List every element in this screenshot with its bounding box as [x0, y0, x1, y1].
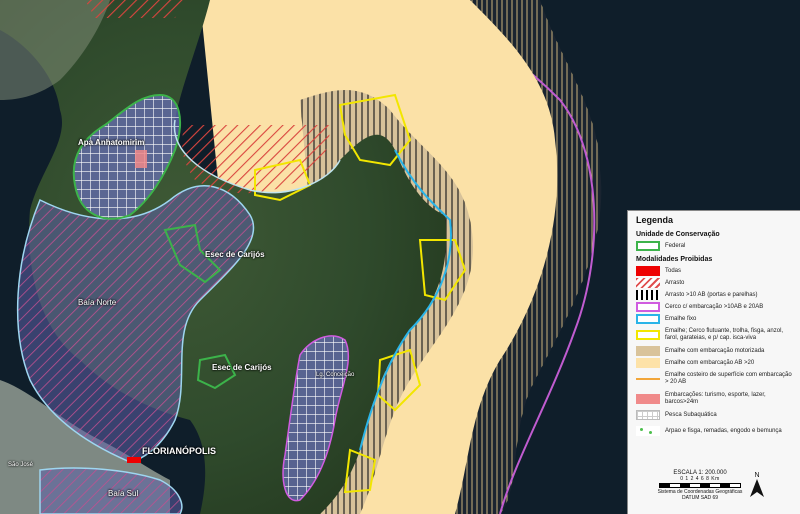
legend-item-emalhe-motorizada: Emalhe com embarcação motorizada [636, 346, 794, 356]
north-label: N [754, 472, 760, 479]
label-apa-anhatomirim: Apa Anhatomirim [78, 138, 145, 147]
swatch-emalhe-ab20 [636, 358, 660, 368]
label-baia-norte: Baía Norte [78, 298, 117, 307]
legend-item-arrasto: Arrasto [636, 278, 794, 288]
legend-item-arrasto-10ab: Arrasto >10 AB (portas e parelhas) [636, 290, 794, 300]
legend-item-federal: Federal [636, 241, 794, 251]
legend-panel: Legenda Unidade de Conservação Federal M… [627, 210, 800, 514]
label-lagoa-conceicao: Lg. Conceição [316, 372, 355, 378]
legend-item-todas: Todas [636, 266, 794, 276]
swatch-emalhe-costeiro [636, 378, 660, 380]
swatch-pesca-subaquatica [636, 410, 660, 420]
label-sao-jose: São José [8, 462, 34, 468]
map-viewer[interactable]: Apa Anhatomirim Esec de Carijós Esec de … [0, 0, 800, 514]
legend-item-embarcacoes: Embarcações: turismo, esporte, lazer, ba… [636, 390, 794, 408]
swatch-arrasto [636, 278, 660, 288]
swatch-todas [636, 266, 660, 276]
scale-bar: ESCALA 1: 200.000 0 1 2 4 6 8 Km Sistema… [645, 470, 755, 501]
legend-item-emalhe-costeiro: Emalhe costeiro de superfície com embarc… [636, 370, 794, 388]
legend-item-arpao: Arpao e fisga, remadas, engodo e bemunça [636, 422, 794, 440]
swatch-arpao [636, 426, 660, 436]
legend-item-emalhe-fixo: Emalhe fixo [636, 314, 794, 324]
arrasto-zone-top [85, 0, 185, 18]
north-arrow: N [748, 472, 766, 499]
legend-title: Legenda [636, 215, 674, 225]
swatch-arrasto-10ab [636, 290, 660, 300]
legend-item-pesca-subaquatica: Pesca Subaquática [636, 410, 794, 420]
label-esec-carijos-1: Esec de Carijós [205, 250, 265, 259]
legend-item-cerco: Cerco c/ embarcação >10AB e 20AB [636, 302, 794, 312]
label-baia-sul: Baía Sul [108, 489, 139, 498]
scale-ticks: 0 1 2 4 6 8 Km [680, 476, 720, 482]
legend-section-units: Unidade de Conservação [636, 231, 720, 238]
florianopolis-bridge [127, 457, 141, 463]
legend-item-emalhe-ab20: Emalhe com embarcação AB >20 [636, 358, 794, 368]
label-florianopolis: FLORIANÓPOLIS [142, 446, 216, 456]
swatch-emalhe-cerco [636, 330, 660, 340]
apa-red-spot [135, 150, 147, 168]
legend-section-modalidades: Modalidades Proibidas [636, 256, 713, 263]
swatch-embarcacoes [636, 394, 660, 404]
swatch-cerco [636, 302, 660, 312]
legend-item-emalhe-cerco: Emalhe; Cerco flutuante, trolha, fisga, … [636, 326, 794, 344]
scale-bar-graphic [659, 483, 741, 488]
swatch-emalhe-motorizada [636, 346, 660, 356]
scale-datum: DATUM SAD 69 [681, 495, 719, 501]
label-esec-carijos-2: Esec de Carijós [212, 363, 272, 372]
swatch-federal [636, 241, 660, 251]
north-arrow-icon [750, 479, 764, 497]
swatch-emalhe-fixo [636, 314, 660, 324]
